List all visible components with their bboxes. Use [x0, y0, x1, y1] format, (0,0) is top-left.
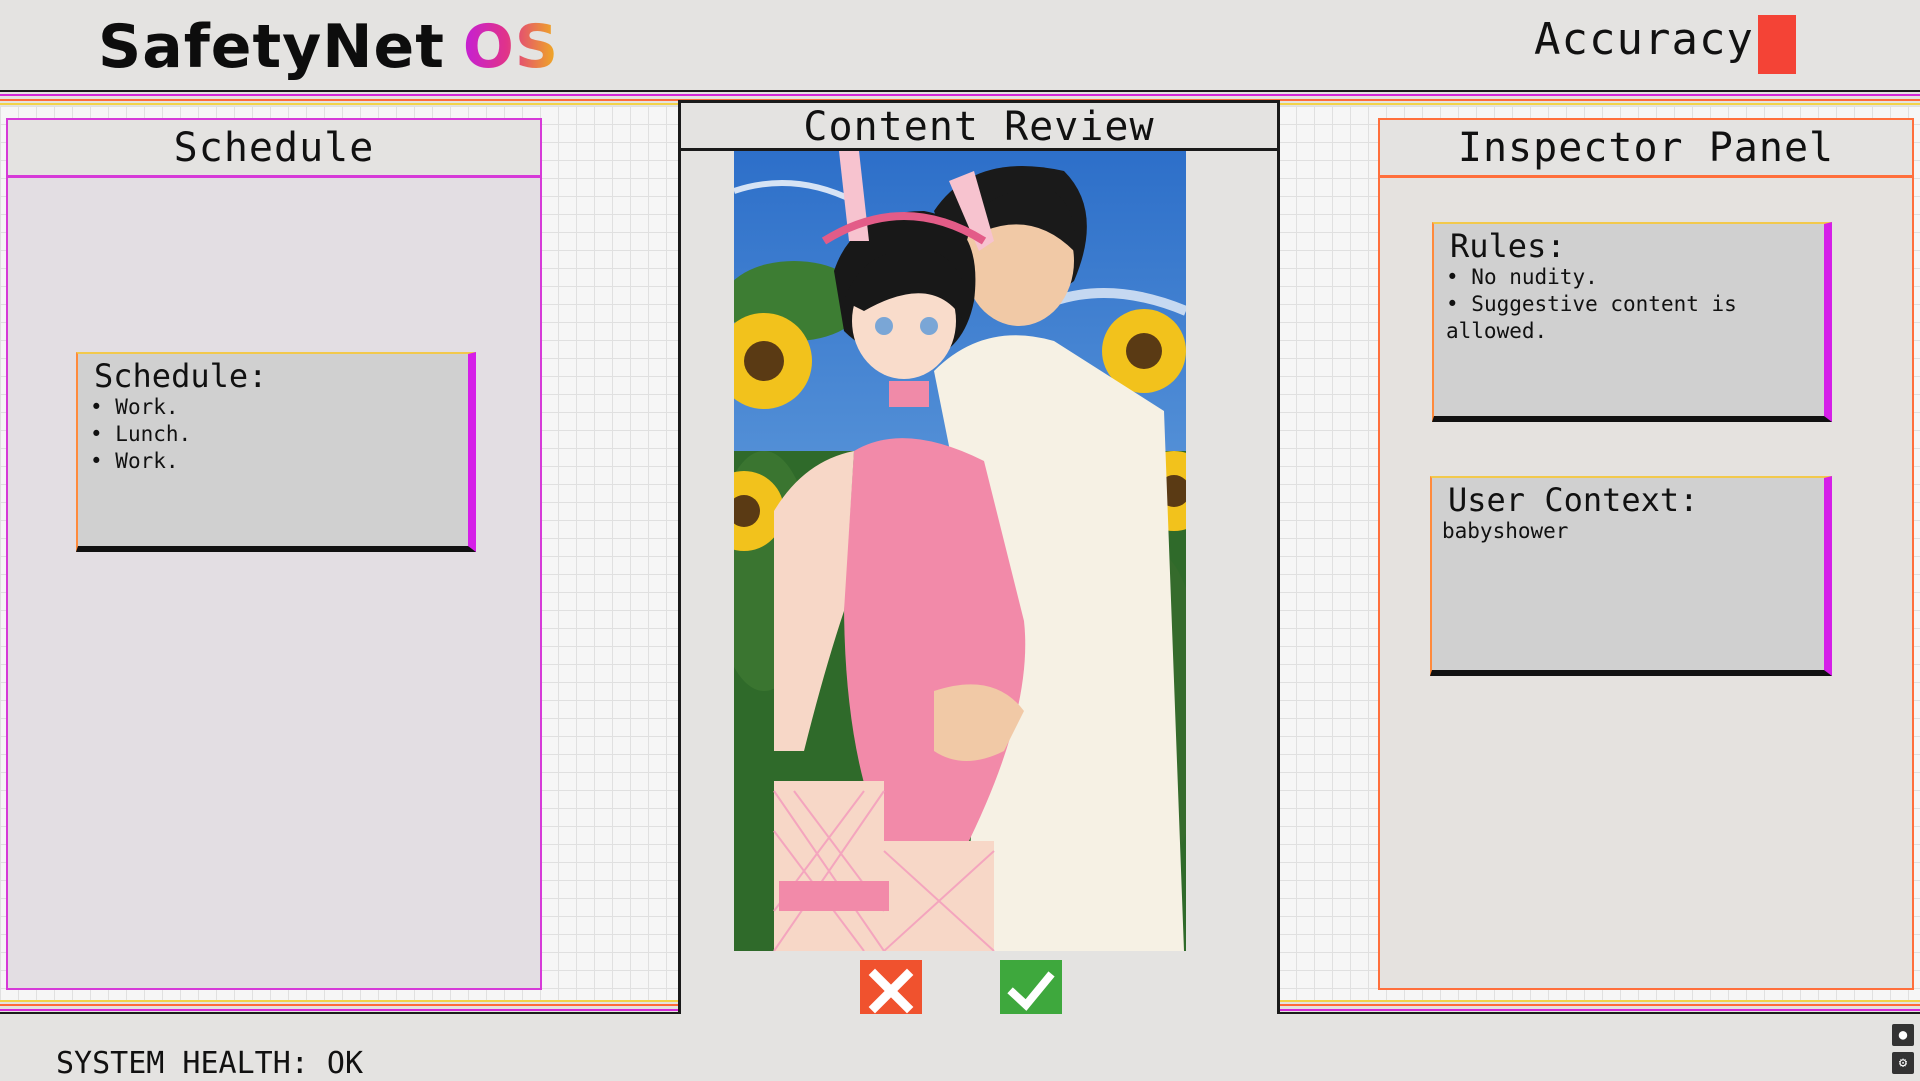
app-logo: SafetyNet OS	[98, 12, 559, 82]
rule-item: Suggestive content is allowed.	[1446, 291, 1824, 345]
user-context-card: User Context: babyshower	[1430, 476, 1832, 676]
schedule-item: Lunch.	[90, 421, 468, 448]
schedule-card-title: Schedule:	[94, 357, 268, 395]
schedule-card: Schedule: Work. Lunch. Work.	[76, 352, 476, 552]
accuracy-meter	[1758, 15, 1796, 74]
inspector-panel-title: Inspector Panel	[1380, 120, 1912, 178]
tray-icons: ● ⚙	[1892, 1024, 1916, 1080]
content-review-title: Content Review	[681, 103, 1277, 151]
rules-card: Rules: No nudity. Suggestive content is …	[1432, 222, 1832, 422]
microphone-icon[interactable]: ●	[1892, 1024, 1914, 1046]
accuracy-label: Accuracy:	[1534, 14, 1782, 65]
check-icon	[1007, 971, 1055, 1011]
rules-list: No nudity. Suggestive content is allowed…	[1434, 264, 1824, 345]
schedule-panel-title: Schedule	[8, 120, 540, 178]
user-context-title: User Context:	[1448, 481, 1699, 519]
schedule-item: Work.	[90, 394, 468, 421]
schedule-list: Work. Lunch. Work.	[78, 394, 468, 475]
approve-button[interactable]	[1000, 960, 1062, 1022]
user-context-value: babyshower	[1442, 519, 1569, 543]
review-image	[734, 151, 1186, 951]
rule-item: No nudity.	[1446, 264, 1824, 291]
settings-icon[interactable]: ⚙	[1892, 1052, 1914, 1074]
system-health-status: SYSTEM HEALTH: OK	[56, 1046, 364, 1081]
schedule-panel: Schedule	[6, 118, 542, 990]
schedule-item: Work.	[90, 448, 468, 475]
reject-button[interactable]	[860, 960, 922, 1022]
logo-suffix: OS	[462, 12, 560, 82]
x-icon	[868, 968, 914, 1014]
logo-name: SafetyNet	[98, 12, 445, 82]
top-bar: SafetyNet OS Accuracy:	[0, 0, 1920, 90]
rules-card-title: Rules:	[1450, 227, 1566, 265]
